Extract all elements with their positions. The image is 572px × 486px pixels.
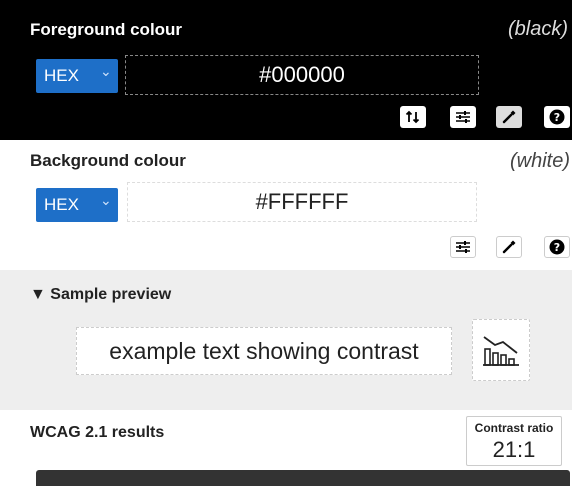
eyedropper-icon[interactable] xyxy=(496,106,522,128)
contrast-ratio-box: Contrast ratio 21:1 xyxy=(466,416,562,466)
eyedropper-icon[interactable] xyxy=(496,236,522,258)
sample-preview-section: ▼ Sample preview example text showing co… xyxy=(0,270,572,410)
svg-text:?: ? xyxy=(554,241,560,254)
results-bar xyxy=(36,470,570,486)
background-colour-name: (white) xyxy=(510,150,571,172)
wcag-results-section: WCAG 2.1 results Contrast ratio 21:1 xyxy=(0,410,572,486)
foreground-section: Foreground colour (black) HEX ⌄ #000000 xyxy=(0,0,572,140)
sample-text-box: example text showing contrast xyxy=(76,327,452,375)
chevron-down-icon: ⌄ xyxy=(100,192,112,208)
background-format-select[interactable]: HEX ⌄ xyxy=(36,188,118,222)
sliders-icon[interactable] xyxy=(450,236,476,258)
chart-icon[interactable] xyxy=(472,319,530,381)
foreground-title: Foreground colour xyxy=(30,20,183,39)
background-format-label: HEX xyxy=(44,195,79,214)
chevron-down-icon: ⌄ xyxy=(100,63,112,79)
sample-preview-toggle[interactable]: ▼ Sample preview xyxy=(30,286,171,304)
help-icon[interactable]: ? xyxy=(544,236,570,258)
foreground-value-input[interactable]: #000000 xyxy=(125,55,479,95)
background-section: Background colour (white) HEX ⌄ #FFFFFF … xyxy=(0,140,572,270)
help-icon[interactable]: ? xyxy=(544,106,570,128)
foreground-colour-name: (black) xyxy=(508,18,569,40)
background-title: Background colour xyxy=(30,151,186,170)
foreground-format-label: HEX xyxy=(44,66,79,85)
sliders-icon[interactable] xyxy=(450,106,476,128)
background-value-input[interactable]: #FFFFFF xyxy=(127,182,477,222)
svg-text:?: ? xyxy=(554,111,560,124)
swap-icon[interactable] xyxy=(400,106,426,128)
contrast-ratio-label: Contrast ratio xyxy=(474,421,554,435)
wcag-results-title: WCAG 2.1 results xyxy=(30,424,165,441)
foreground-format-select[interactable]: HEX ⌄ xyxy=(36,59,118,93)
contrast-ratio-value: 21:1 xyxy=(492,437,536,462)
